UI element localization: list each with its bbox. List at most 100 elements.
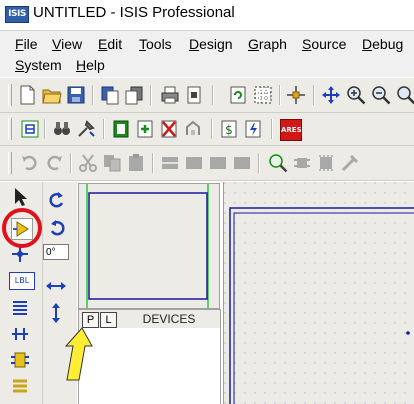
toolbar-separator [44,119,46,139]
zoom-out-icon[interactable] [371,85,391,105]
print-area-icon[interactable] [184,85,204,105]
app-logo-icon: ISIS [5,6,29,23]
menu-tools[interactable]: Tools [139,36,172,52]
block-delete-icon[interactable] [232,153,252,173]
pick-device-icon[interactable] [268,153,288,173]
menu-edit[interactable]: Edit [98,36,122,52]
design-explorer-icon[interactable] [111,119,131,139]
menu-file[interactable]: File [15,36,38,52]
menu-file-accel: F [15,36,24,52]
origin-icon[interactable] [286,85,306,105]
menu-debug[interactable]: Debug [362,36,403,52]
buses-icon[interactable] [10,324,30,344]
rotate-clockwise-icon[interactable] [47,190,67,210]
menu-debug-accel: D [362,36,373,52]
menu-debug-label: ebug [372,36,404,52]
toolbar-separator [152,153,154,173]
menu-source[interactable]: Source [302,36,346,52]
pan-icon[interactable] [321,85,341,105]
zoom-all-icon[interactable] [396,85,414,105]
highlight-circle [2,208,42,248]
bill-of-materials-icon[interactable]: $ [219,119,239,139]
menu-help-accel: H [76,57,87,73]
mirror-vertical-icon[interactable] [48,302,64,324]
menu-view-label: iew [61,36,83,52]
mirror-horizontal-icon[interactable] [45,278,67,294]
menu-system-accel: S [15,57,25,73]
search-binoculars-icon[interactable] [52,119,72,139]
svg-text:$: $ [225,123,233,137]
schematic-sheet [224,182,414,404]
schematic-editor[interactable] [223,182,414,404]
menu-graph[interactable]: Graph [248,36,287,52]
terminals-icon[interactable] [10,376,30,396]
wire-label-icon[interactable]: LBL [9,272,35,290]
undo-icon[interactable] [20,153,40,173]
toolbar-separator [271,119,273,139]
toolbar-separator [92,85,94,105]
menu-design[interactable]: Design [189,36,233,52]
menu-file-label: ile [23,36,38,52]
toolbar-separator [212,85,214,105]
toolbar-grip[interactable] [8,84,12,106]
new-sheet-icon[interactable] [135,119,155,139]
electrical-rules-check-icon[interactable] [243,119,263,139]
grid-toggle-icon[interactable] [253,85,273,105]
menu-design-label: esign [199,36,233,52]
menu-graph-accel: G [248,36,259,52]
paste-icon[interactable] [126,153,146,173]
property-tools-icon[interactable] [76,119,96,139]
menu-view[interactable]: View [52,36,82,52]
main-toolbar [0,78,414,113]
cut-icon[interactable] [78,153,98,173]
open-folder-icon[interactable] [42,85,62,105]
toolbar-separator [313,85,315,105]
menu-tools-accel: T [139,36,146,52]
block-copy-icon[interactable] [160,153,180,173]
scripting-icon[interactable] [20,119,40,139]
menu-edit-label: dit [107,36,123,52]
decompose-icon[interactable] [340,153,360,173]
print-icon[interactable] [160,85,180,105]
devices-title: DEVICES [142,312,196,326]
toolbar-separator [211,119,213,139]
devices-panel-header: P L DEVICES [78,309,221,329]
pointer-arrow [64,327,93,381]
toolbar-separator [258,153,260,173]
menu-design-accel: D [189,36,200,52]
menu-edit-accel: E [98,36,108,52]
subcircuit-icon[interactable] [10,350,30,370]
title-bar: ISIS UNTITLED - ISIS Professional [0,0,414,27]
rotate-anticlockwise-icon[interactable] [47,218,67,238]
import-section-icon[interactable] [100,85,120,105]
remove-sheet-icon[interactable] [159,119,179,139]
zoom-in-icon[interactable] [346,85,366,105]
menu-source-accel: S [302,36,312,52]
text-script-icon[interactable] [10,298,30,318]
block-move-icon[interactable] [184,153,204,173]
new-file-icon[interactable] [17,85,37,105]
toolbar-separator [70,153,72,173]
menu-graph-label: raph [258,36,287,52]
save-icon[interactable] [66,85,86,105]
overview-window[interactable] [78,183,220,309]
devices-list[interactable] [78,328,221,404]
export-section-icon[interactable] [124,85,144,105]
toolbar-grip[interactable] [8,118,12,140]
window-title: UNTITLED - ISIS Professional [33,4,235,21]
packaging-tool-icon[interactable] [316,153,336,173]
redraw-icon[interactable] [228,85,248,105]
exit-to-parent-icon[interactable] [183,119,203,139]
library-manager-button[interactable]: L [100,312,117,328]
copy-icon[interactable] [102,153,122,173]
ares-netlist-icon[interactable]: ARES [280,119,302,141]
make-device-icon[interactable] [292,153,312,173]
toolbar-grip[interactable] [8,152,12,174]
menu-system[interactable]: System [15,57,62,73]
menu-help[interactable]: Help [76,57,105,73]
menu-tools-label: ools [146,36,172,52]
overview-sheet-outline [86,184,209,308]
redo-icon[interactable] [44,153,64,173]
block-rotate-icon[interactable] [208,153,228,173]
design-toolbar: $ ARES [0,113,414,146]
